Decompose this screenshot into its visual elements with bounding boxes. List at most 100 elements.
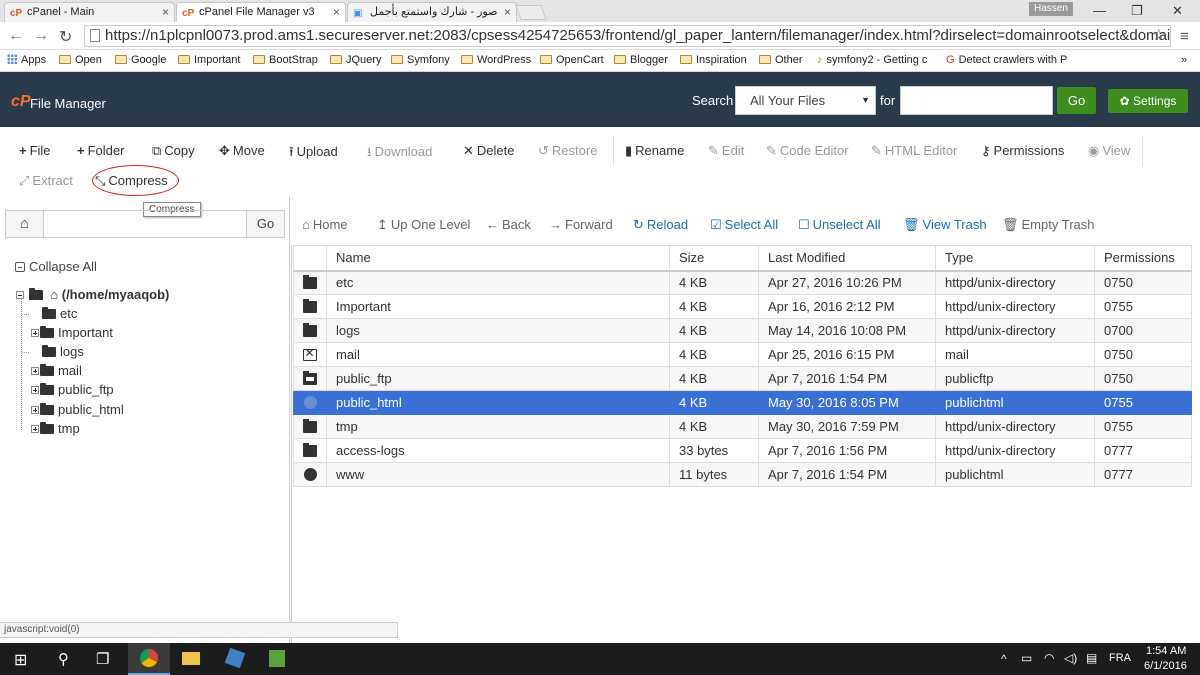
clock-date[interactable]: 6/1/2016 — [1144, 660, 1187, 672]
bookmark-wordpress[interactable]: WordPress — [461, 54, 531, 66]
bookmark-blogger[interactable]: Blogger — [614, 54, 668, 66]
bookmark-opencart[interactable]: OpenCart — [540, 54, 604, 66]
expand-toggle-icon[interactable] — [31, 425, 39, 433]
task-view-icon[interactable]: ❐ — [96, 650, 109, 668]
delete-button[interactable]: ✕ Delete — [463, 143, 514, 159]
tree-item-public-ftp[interactable]: public_ftp — [31, 382, 114, 397]
minimize-icon[interactable]: — — [1093, 3, 1106, 18]
bookmark-apps[interactable]: Apps — [7, 54, 46, 66]
tab-images[interactable]: ▣ صور - شارك واستمتع بأجمل × — [347, 2, 517, 22]
windows-start-icon[interactable]: ⊞ — [14, 650, 27, 670]
restore-icon[interactable]: ❐ — [1131, 3, 1143, 19]
column-header-name[interactable]: Name — [326, 245, 670, 272]
table-row[interactable]: mail4 KBApr 25, 2016 6:15 PMmail0750 — [293, 342, 1192, 367]
tree-item-public-html[interactable]: public_html — [31, 402, 124, 417]
rename-button[interactable]: ▮ Rename — [625, 143, 684, 159]
back-arrow-icon[interactable]: ← — [8, 27, 24, 45]
bookmark-important[interactable]: Important — [178, 54, 240, 66]
tree-item-etc[interactable]: etc — [42, 306, 77, 321]
column-header-permissions[interactable]: Permissions — [1094, 245, 1192, 272]
battery-icon[interactable]: ▭ — [1021, 651, 1032, 665]
tab-file-manager[interactable]: cP cPanel File Manager v3 × — [176, 2, 346, 22]
expand-toggle-icon[interactable] — [31, 329, 39, 337]
new-file-button[interactable]: + File — [19, 143, 51, 158]
tree-root[interactable]: ⌂ (/home/myaaqob) — [16, 287, 169, 302]
wifi-icon[interactable]: ◠ — [1044, 651, 1054, 665]
forward-arrow-icon[interactable]: → — [33, 27, 49, 45]
collapse-toggle-icon[interactable] — [16, 291, 24, 299]
tab-cpanel-main[interactable]: cP cPanel - Main × — [4, 2, 175, 22]
table-row[interactable]: www 11 bytes Apr 7, 2016 1:54 PM publichtml… — [293, 462, 1192, 487]
settings-button[interactable]: ✿ Settings — [1108, 89, 1188, 113]
bookmark-google[interactable]: Google — [115, 54, 166, 66]
search-go-button[interactable]: Go — [1057, 87, 1096, 114]
expand-toggle-icon[interactable] — [31, 386, 39, 394]
upload-button[interactable]: ⭱ Upload — [289, 143, 338, 165]
close-icon[interactable]: × — [333, 3, 340, 21]
tree-item-mail[interactable]: mail — [31, 363, 82, 378]
taskbar-explorer[interactable] — [170, 643, 212, 675]
table-row[interactable]: public_ftp 4 KB Apr 7, 2016 1:54 PM publicf… — [293, 366, 1192, 391]
table-row[interactable]: Important 4 KB Apr 16, 2016 2:12 PM httpd/u… — [293, 294, 1192, 319]
table-row[interactable]: access-logs 33 bytes Apr 7, 2016 1:56 PM ht… — [293, 438, 1192, 463]
nav-forward-button[interactable]: → Forward — [549, 217, 613, 232]
code-editor-button[interactable]: ✎ Code Editor — [766, 143, 849, 159]
search-scope-select[interactable]: All Your Files ▼ — [735, 86, 876, 115]
nav-up-one-level-button[interactable]: ↥ Up One Level — [377, 217, 470, 233]
cpanel-logo-icon[interactable]: cP — [11, 93, 31, 111]
expand-toggle-icon[interactable] — [31, 367, 39, 375]
clock-time[interactable]: 1:54 AM — [1146, 645, 1186, 657]
column-header-type[interactable]: Type — [935, 245, 1095, 272]
bookmark-inspiration[interactable]: Inspiration — [680, 54, 747, 66]
bookmark-detect-crawlers[interactable]: G Detect crawlers with P — [946, 54, 1067, 66]
window-close-icon[interactable]: ✕ — [1172, 3, 1183, 19]
table-row[interactable]: public_html 4 KB May 30, 2016 8:05 PM publi… — [293, 390, 1192, 415]
tree-item-important[interactable]: Important — [31, 325, 113, 340]
bookmarks-more[interactable]: » — [1181, 54, 1187, 66]
path-input[interactable] — [43, 210, 247, 238]
html-editor-button[interactable]: ✎ HTML Editor — [871, 143, 957, 159]
nav-select-all-button[interactable]: ☑ Select All — [710, 217, 778, 233]
search-input[interactable] — [900, 86, 1053, 115]
close-icon[interactable]: × — [504, 3, 511, 21]
bookmark-other[interactable]: Other — [759, 54, 803, 66]
bookmark-symfony2[interactable]: ♪ symfony2 - Getting c — [817, 54, 927, 66]
bookmark-star-icon[interactable]: ☆ — [1152, 26, 1166, 46]
extract-button[interactable]: ⤢ Extract — [19, 173, 73, 189]
nav-back-button[interactable]: ← Back — [486, 217, 531, 232]
nav-unselect-all-button[interactable]: ☐ Unselect All — [798, 217, 881, 233]
edit-button[interactable]: ✎ Edit — [708, 143, 744, 159]
nav-empty-trash-button[interactable]: 🗑︎ Empty Trash — [1002, 217, 1094, 233]
collapse-all-button[interactable]: Collapse All — [15, 259, 97, 274]
download-button[interactable]: ⭳ Download — [367, 143, 432, 165]
column-header-size[interactable]: Size — [669, 245, 759, 272]
bookmark-open[interactable]: Open — [59, 54, 102, 66]
home-icon[interactable]: ⌂ — [5, 210, 43, 238]
path-go-button[interactable]: Go — [246, 210, 285, 238]
taskbar-chrome[interactable] — [128, 643, 170, 675]
tree-item-logs[interactable]: logs — [42, 344, 84, 359]
move-button[interactable]: ✥ Move — [219, 143, 265, 159]
expand-toggle-icon[interactable] — [31, 406, 39, 414]
tree-item-tmp[interactable]: tmp — [31, 421, 80, 436]
nav-reload-button[interactable]: ↻ Reload — [633, 217, 688, 233]
copy-button[interactable]: ⧉ Copy — [152, 143, 195, 159]
tray-chevron-icon[interactable]: ^ — [1001, 652, 1007, 666]
new-tab-button[interactable] — [515, 5, 547, 20]
bookmark-symfony[interactable]: Symfony — [391, 54, 450, 66]
new-folder-button[interactable]: + Folder — [77, 143, 124, 158]
url-field[interactable]: https://n1plcpnl0073.prod.ams1.secureser… — [84, 25, 1171, 47]
restore-button[interactable]: ↺ Restore — [538, 143, 597, 159]
bookmark-jquery[interactable]: JQuery — [330, 54, 381, 66]
search-icon[interactable]: ⚲ — [58, 650, 69, 668]
permissions-button[interactable]: ⚷ Permissions — [981, 143, 1064, 159]
view-button[interactable]: ◉ View — [1088, 143, 1130, 159]
taskbar-editor[interactable] — [256, 643, 298, 675]
table-row[interactable]: logs 4 KB May 14, 2016 10:08 PM httpd/unix-… — [293, 318, 1192, 343]
table-row[interactable]: tmp 4 KB May 30, 2016 7:59 PM httpd/unix-di… — [293, 414, 1192, 439]
notification-icon[interactable]: ▤ — [1086, 651, 1097, 665]
language-indicator[interactable]: FRA — [1109, 652, 1131, 664]
volume-icon[interactable]: ◁) — [1064, 651, 1077, 665]
nav-home-button[interactable]: ⌂ Home — [302, 217, 348, 232]
close-icon[interactable]: × — [162, 3, 169, 21]
